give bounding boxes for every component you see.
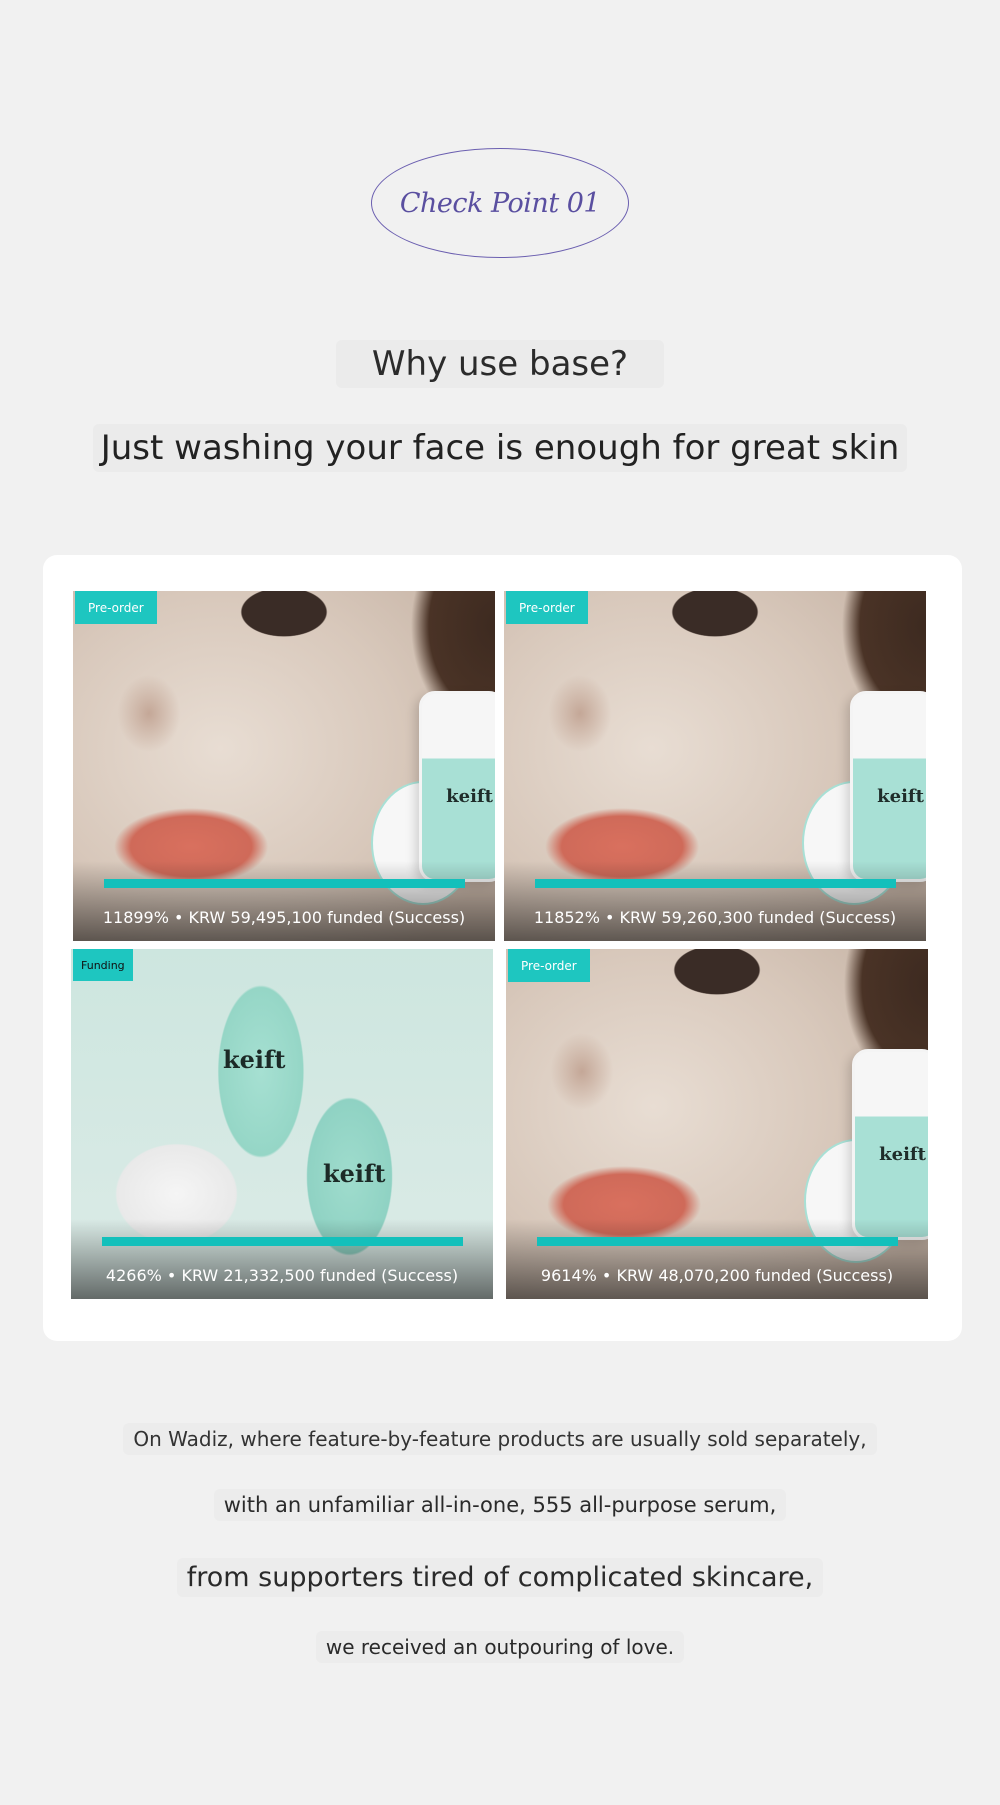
body-line-4: we received an outpouring of love. [0, 1631, 1000, 1663]
product-logo: keift [446, 786, 493, 807]
funding-caption: 4266% • KRW 21,332,500 funded (Success) [105, 1266, 459, 1285]
check-point-label: Check Point 01 [399, 187, 601, 219]
body-text: with an unfamiliar all-in-one, 555 all-p… [213, 1489, 787, 1521]
body-line-2: with an unfamiliar all-in-one, 555 all-p… [0, 1489, 1000, 1521]
caption-overlay [71, 1219, 493, 1299]
question-text: Why use base? [335, 340, 665, 388]
check-point-badge: Check Point 01 [371, 148, 629, 258]
body-text: On Wadiz, where feature-by-feature produ… [123, 1423, 877, 1455]
statement-text: Just washing your face is enough for gre… [92, 424, 908, 472]
status-tag: Funding [73, 949, 133, 981]
product-logo: keift [323, 1159, 386, 1188]
status-tag: Pre-order [506, 591, 588, 624]
body-line-1: On Wadiz, where feature-by-feature produ… [0, 1423, 1000, 1455]
body-text: we received an outpouring of love. [315, 1631, 685, 1663]
funding-caption: 9614% • KRW 48,070,200 funded (Success) [540, 1266, 894, 1285]
progress-bar [537, 1237, 898, 1246]
funding-card[interactable]: keift Pre-order 11899% • KRW 59,495,100 … [73, 591, 495, 941]
product-logo: keift [879, 1144, 926, 1165]
product-logo: keift [877, 786, 924, 807]
progress-bar [102, 1237, 463, 1246]
funding-caption: 11899% • KRW 59,495,100 funded (Success) [102, 908, 466, 927]
status-tag: Pre-order [75, 591, 157, 624]
funding-card[interactable]: keift keift Funding 4266% • KRW 21,332,5… [71, 949, 493, 1299]
progress-bar [104, 879, 465, 888]
product-logo: keift [223, 1045, 286, 1074]
body-line-3: from supporters tired of complicated ski… [0, 1558, 1000, 1597]
funding-caption: 11852% • KRW 59,260,300 funded (Success) [533, 908, 897, 927]
caption-overlay [73, 861, 495, 941]
funding-card[interactable]: keift Pre-order 9614% • KRW 48,070,200 f… [506, 949, 928, 1299]
caption-overlay [504, 861, 926, 941]
caption-overlay [506, 1219, 928, 1299]
section-statement: Just washing your face is enough for gre… [0, 424, 1000, 472]
funding-card[interactable]: keift Pre-order 11852% • KRW 59,260,300 … [504, 591, 926, 941]
section-question: Why use base? [0, 340, 1000, 388]
status-tag: Pre-order [508, 949, 590, 982]
funding-results-panel: keift Pre-order 11899% • KRW 59,495,100 … [43, 555, 962, 1341]
body-text: from supporters tired of complicated ski… [176, 1558, 824, 1597]
progress-bar [535, 879, 896, 888]
